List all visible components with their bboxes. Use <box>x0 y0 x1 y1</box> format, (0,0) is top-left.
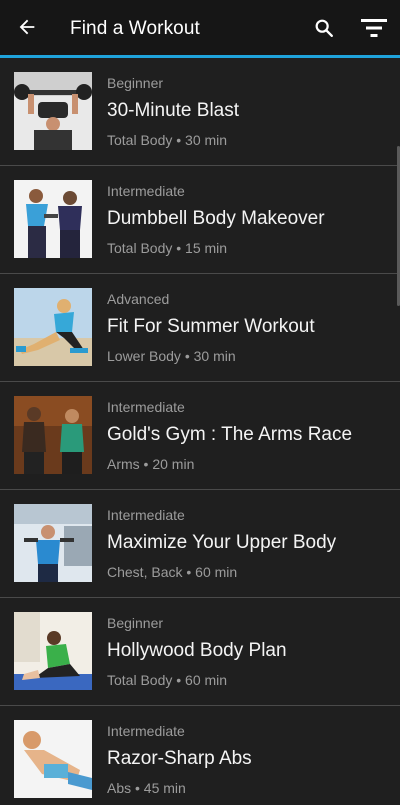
filter-icon <box>361 19 387 37</box>
filter-button[interactable] <box>354 10 394 46</box>
workout-name: Hollywood Body Plan <box>107 640 287 661</box>
workout-meta: Chest, Back • 60 min <box>107 564 238 580</box>
workout-thumbnail <box>14 504 92 582</box>
workout-level: Beginner <box>107 75 164 91</box>
top-app-bar: Find a Workout <box>0 0 400 58</box>
workout-row-fit-for-summer-workout[interactable]: Advanced Fit For Summer Workout Lower Bo… <box>0 274 400 382</box>
search-button[interactable] <box>306 10 342 46</box>
workout-meta: Abs • 45 min <box>107 780 186 796</box>
workout-thumbnail <box>14 396 92 474</box>
workout-level: Beginner <box>107 615 164 631</box>
workout-meta: Arms • 20 min <box>107 456 195 472</box>
workout-name: 30-Minute Blast <box>107 100 240 121</box>
workout-row-maximize-your-upper-body[interactable]: Intermediate Maximize Your Upper Body Ch… <box>0 490 400 598</box>
workout-thumbnail <box>14 180 92 258</box>
workout-row-dumbbell-body-makeover[interactable]: Intermediate Dumbbell Body Makeover Tota… <box>0 166 400 274</box>
workout-meta: Total Body • 60 min <box>107 672 228 688</box>
workout-name: Razor-Sharp Abs <box>107 748 252 769</box>
workout-name: Maximize Your Upper Body <box>107 532 337 553</box>
workout-meta: Total Body • 30 min <box>107 132 228 148</box>
workout-row-razor-sharp-abs[interactable]: Intermediate Razor-Sharp Abs Abs • 45 mi… <box>0 706 400 805</box>
workout-level: Intermediate <box>107 183 185 199</box>
workout-name: Gold's Gym : The Arms Race <box>107 424 353 445</box>
workout-meta: Total Body • 15 min <box>107 240 228 256</box>
workout-name: Fit For Summer Workout <box>107 316 315 337</box>
arrow-left-icon <box>19 19 35 35</box>
back-button[interactable] <box>10 8 44 46</box>
workout-level: Intermediate <box>107 723 185 739</box>
workout-thumbnail <box>14 612 92 690</box>
workout-row-30-minute-blast[interactable]: Beginner 30-Minute Blast Total Body • 30… <box>0 58 400 166</box>
workout-level: Intermediate <box>107 399 185 415</box>
workout-thumbnail <box>14 720 92 798</box>
app-screen: Find a Workout Beginner 30-Minute Blast … <box>0 0 400 805</box>
workout-thumbnail <box>14 288 92 366</box>
workout-name: Dumbbell Body Makeover <box>107 208 325 229</box>
page-title: Find a Workout <box>70 18 200 39</box>
workout-list[interactable]: Beginner 30-Minute Blast Total Body • 30… <box>0 58 400 805</box>
workout-meta: Lower Body • 30 min <box>107 348 236 364</box>
workout-thumbnail <box>14 72 92 150</box>
workout-level: Advanced <box>107 291 170 307</box>
workout-row-golds-gym-the-arms-race[interactable]: Intermediate Gold's Gym : The Arms Race … <box>0 382 400 490</box>
workout-level: Intermediate <box>107 507 185 523</box>
workout-row-hollywood-body-plan[interactable]: Beginner Hollywood Body Plan Total Body … <box>0 598 400 706</box>
search-icon <box>315 19 333 37</box>
